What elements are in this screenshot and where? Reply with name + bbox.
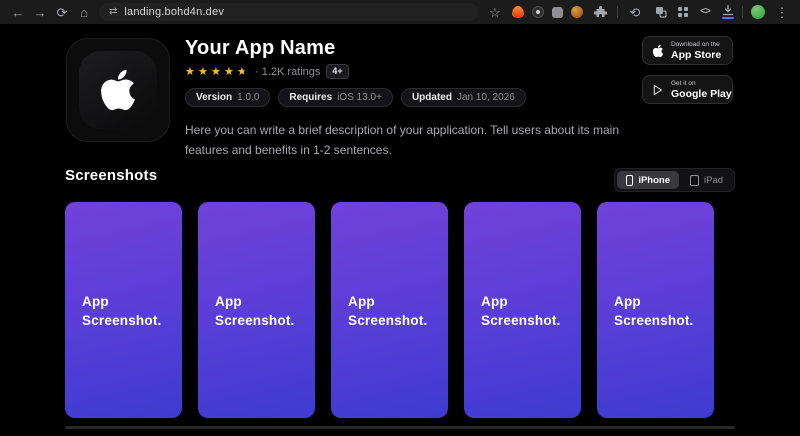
- app-store-button[interactable]: Download on the App Store: [642, 36, 733, 65]
- apple-logo-icon: [79, 51, 157, 129]
- reload-icon[interactable]: ⟳: [53, 3, 71, 21]
- star-icon: [185, 66, 197, 78]
- code-icon[interactable]: <>: [696, 3, 714, 21]
- store-label: App Store: [671, 49, 721, 61]
- toolbar-divider: [742, 6, 743, 18]
- google-play-button[interactable]: Get it on Google Play: [642, 75, 733, 104]
- star-half-icon: [237, 66, 249, 78]
- screenshot-card[interactable]: AppScreenshot.: [597, 202, 714, 418]
- store-eyebrow: Download on the: [671, 41, 721, 49]
- device-toggle: iPhone iPad: [614, 168, 735, 192]
- app-icon: [66, 38, 170, 142]
- age-rating-badge: 4+: [326, 64, 348, 79]
- history-icon[interactable]: ⟲: [626, 3, 644, 21]
- screenshot-card[interactable]: AppScreenshot.: [331, 202, 448, 418]
- downloads-icon[interactable]: [722, 5, 734, 19]
- extension-flame-icon[interactable]: [512, 6, 524, 18]
- toggle-ipad[interactable]: iPad: [681, 171, 732, 189]
- extensions-puzzle-icon[interactable]: [591, 3, 609, 21]
- app-description: Here you can write a brief description o…: [185, 120, 695, 160]
- store-label: Google Play: [671, 88, 732, 100]
- forward-icon[interactable]: →: [31, 3, 49, 21]
- url-text: landing.bohd4n.dev: [124, 6, 224, 18]
- screenshot-card[interactable]: AppScreenshot.: [198, 202, 315, 418]
- star-icon: [211, 66, 223, 78]
- toolbar-divider: [617, 6, 618, 18]
- profile-avatar[interactable]: [751, 5, 765, 19]
- app-meta-row: Version 1.0.0 Requires iOS 13.0+ Updated…: [185, 88, 695, 107]
- star-rating: [185, 66, 249, 78]
- address-bar[interactable]: ⇄ landing.bohd4n.dev: [99, 3, 478, 21]
- toggle-iphone[interactable]: iPhone: [617, 171, 679, 189]
- screenshot-card[interactable]: AppScreenshot.: [464, 202, 581, 418]
- iphone-icon: [626, 175, 633, 186]
- screenshots-heading: Screenshots: [65, 167, 157, 184]
- back-icon[interactable]: ←: [9, 3, 27, 21]
- store-eyebrow: Get it on: [671, 80, 732, 88]
- extension-orange-icon[interactable]: [571, 6, 583, 18]
- translate-icon[interactable]: [652, 3, 670, 21]
- apple-logo-icon: [652, 44, 664, 58]
- kebab-menu-icon[interactable]: ⋮: [773, 3, 791, 21]
- download-progress-accent: [722, 17, 734, 19]
- home-icon[interactable]: ⌂: [75, 3, 93, 21]
- page-title: Your App Name: [185, 36, 695, 60]
- star-icon: [198, 66, 210, 78]
- site-settings-icon[interactable]: ⇄: [109, 7, 117, 17]
- updated-badge: Updated Jan 10, 2026: [401, 88, 526, 107]
- tab-groups-grid-icon[interactable]: [678, 7, 688, 17]
- requires-badge: Requires iOS 13.0+: [278, 88, 393, 107]
- rating-count: · 1.2K ratings: [255, 66, 320, 78]
- google-play-icon: [652, 83, 664, 97]
- bookmark-star-icon[interactable]: ☆: [486, 3, 504, 21]
- extension-gray-icon[interactable]: [552, 7, 563, 18]
- carousel-scrollbar[interactable]: [65, 426, 735, 429]
- browser-toolbar: ← → ⟳ ⌂ ⇄ landing.bohd4n.dev ☆ ⟲ <>: [0, 0, 800, 24]
- rating-row: · 1.2K ratings 4+: [185, 64, 695, 79]
- version-badge: Version 1.0.0: [185, 88, 270, 107]
- browser-window: ← → ⟳ ⌂ ⇄ landing.bohd4n.dev ☆ ⟲ <>: [0, 0, 800, 436]
- screenshots-carousel: AppScreenshot. AppScreenshot. AppScreens…: [65, 202, 714, 418]
- store-buttons: Download on the App Store Get it on Goog…: [642, 36, 733, 104]
- star-icon: [224, 66, 236, 78]
- ipad-icon: [690, 175, 699, 186]
- screenshot-card[interactable]: AppScreenshot.: [65, 202, 182, 418]
- extension-dark-icon[interactable]: [532, 6, 544, 18]
